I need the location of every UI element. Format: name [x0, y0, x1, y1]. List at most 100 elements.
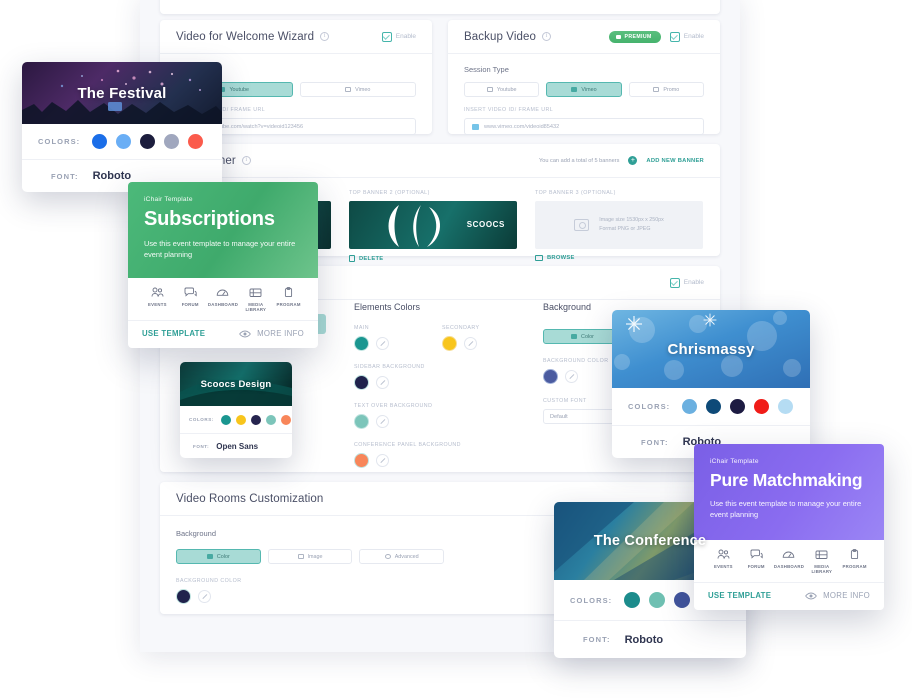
feature-forum[interactable]: FORUM [174, 287, 207, 312]
preview-card-chrismassy[interactable]: Chrismassy COLORS: FONT: Roboto [612, 310, 810, 458]
plus-icon[interactable]: + [628, 156, 638, 165]
conf-panel-bg-label: CONFERENCE PANEL BACKGROUND [354, 442, 461, 448]
info-icon[interactable]: i [541, 32, 551, 41]
banner3-browse-button[interactable]: BROWSE [535, 255, 703, 261]
checkbox-icon[interactable] [669, 31, 680, 42]
feature-media-library[interactable]: MEDIA LIBRARY [805, 549, 838, 574]
feature-events[interactable]: EVENTS [707, 549, 740, 574]
segment-vimeo[interactable]: Vimeo [546, 82, 622, 97]
feature-label: EVENTS [148, 302, 167, 307]
matchmaking-subtitle: Use this event template to manage your e… [710, 499, 862, 520]
preview-card-festival[interactable]: The Festival COLORS: FONT: Roboto [22, 62, 222, 192]
feature-label: MEDIA LIBRARY [245, 302, 267, 312]
segment-promo[interactable]: Promo [628, 82, 704, 97]
feature-dashboard[interactable]: DASHBOARD [207, 287, 240, 312]
palette-dot[interactable] [674, 592, 691, 608]
template-card-matchmaking[interactable]: iChair Template Pure Matchmaking Use thi… [694, 444, 884, 610]
video-rooms-tab-image[interactable]: Image [267, 549, 353, 564]
text-over-bg-swatch[interactable] [354, 414, 369, 429]
secondary-color-swatch[interactable] [442, 336, 457, 351]
feature-program[interactable]: PROGRAM [272, 287, 305, 312]
font-label: FONT: [193, 444, 210, 449]
font-value: Open Sans [216, 442, 259, 451]
bg-tab-color[interactable]: Color [543, 329, 622, 344]
video-rooms-tab-advanced[interactable]: Advanced [359, 549, 445, 564]
screenshot-root: Video for Welcome Wizard i Enable Sessio… [0, 0, 912, 698]
banner2-label: TOP BANNER 2 (OPTIONAL) [349, 190, 430, 196]
scoocs-colors-row: COLORS: [180, 406, 292, 433]
edit-pencil-icon[interactable] [376, 415, 389, 428]
template-card-subscriptions[interactable]: iChair Template Subscriptions Use this e… [128, 182, 318, 348]
feature-forum[interactable]: FORUM [740, 549, 773, 574]
edit-pencil-icon[interactable] [376, 454, 389, 467]
use-template-button[interactable]: USE TEMPLATE [142, 329, 205, 338]
bg-tab-label: Color [581, 333, 594, 340]
palette-dot[interactable] [682, 399, 698, 414]
palette-dot[interactable] [92, 134, 108, 149]
use-template-button[interactable]: USE TEMPLATE [708, 591, 771, 600]
add-new-banner-button[interactable]: ADD NEW BANNER [646, 158, 704, 164]
feature-program[interactable]: PROGRAM [838, 549, 871, 574]
video-wizard-enable-toggle[interactable]: Enable [381, 31, 416, 42]
palette-dot[interactable] [730, 399, 746, 414]
banner3-placeholder[interactable]: Image size 1530px x 250px Format PNG or … [535, 201, 703, 249]
video-rooms-title: Video Rooms Customization [176, 492, 324, 505]
more-info-button[interactable]: MORE INFO [239, 329, 304, 338]
palette-dot[interactable] [164, 134, 180, 149]
design-enable-toggle[interactable]: Enable [669, 277, 704, 288]
background-color-swatch[interactable] [543, 369, 558, 384]
edit-pencil-icon[interactable] [464, 337, 477, 350]
premium-label: PREMIUM [624, 33, 652, 40]
segment-label: Youtube [229, 86, 250, 93]
palette-dot[interactable] [235, 414, 246, 425]
palette-dot[interactable] [624, 592, 641, 608]
main-label: MAIN [354, 325, 370, 331]
vimeo-icon [571, 87, 578, 92]
checkbox-icon[interactable] [669, 277, 680, 288]
backup-video-enable-toggle[interactable]: Enable [669, 31, 704, 42]
segment-vimeo[interactable]: Vimeo [299, 82, 416, 97]
more-info-button[interactable]: MORE INFO [805, 591, 870, 600]
edit-pencil-icon[interactable] [376, 376, 389, 389]
conf-panel-bg-swatch[interactable] [354, 453, 369, 468]
checkbox-icon[interactable] [381, 31, 392, 42]
info-icon[interactable]: i [241, 156, 251, 165]
palette-dot[interactable] [265, 414, 276, 425]
edit-pencil-icon[interactable] [198, 590, 211, 603]
feature-events[interactable]: EVENTS [141, 287, 174, 312]
chrismassy-palette [682, 399, 794, 414]
image-icon [297, 554, 304, 559]
feature-media-library[interactable]: MEDIA LIBRARY [239, 287, 272, 312]
palette-dot[interactable] [778, 399, 794, 414]
palette-dot[interactable] [188, 134, 204, 149]
segment-youtube[interactable]: Youtube [464, 82, 540, 97]
events-icon [717, 549, 730, 559]
edit-pencil-icon[interactable] [565, 370, 578, 383]
feature-dashboard[interactable]: DASHBOARD [773, 549, 806, 574]
preview-card-scoocs-design[interactable]: Scoocs Design COLORS: FONT: Open Sans [180, 362, 292, 458]
edit-pencil-icon[interactable] [376, 337, 389, 350]
palette-dot[interactable] [649, 592, 666, 608]
palette-dot[interactable] [250, 414, 261, 425]
browse-label: BROWSE [547, 255, 575, 261]
video-rooms-tab-color[interactable]: Color [176, 549, 261, 564]
video-rooms-bg-swatch[interactable] [176, 589, 191, 604]
video-wizard-header: Video for Welcome Wizard i Enable [160, 20, 432, 54]
banner2-image[interactable]: SCOOCS [349, 201, 517, 249]
palette-dot[interactable] [280, 414, 291, 425]
premium-badge[interactable]: PREMIUM [609, 30, 661, 43]
video-url-input[interactable]: www.vimeo.com/videoid85432 [464, 118, 704, 135]
info-icon[interactable]: i [320, 32, 330, 41]
sidebar-bg-swatch[interactable] [354, 375, 369, 390]
banner2-delete-button[interactable]: DELETE [349, 255, 517, 262]
palette-dot[interactable] [754, 399, 770, 414]
enable-label: Enable [683, 279, 704, 286]
more-info-label: MORE INFO [257, 329, 304, 338]
palette-dot[interactable] [706, 399, 722, 414]
banner-slot-2: TOP BANNER 2 (OPTIONAL) SCOOCS DELETE [349, 190, 517, 262]
palette-dot[interactable] [116, 134, 132, 149]
palette-dot[interactable] [140, 134, 156, 149]
subscriptions-kicker: iChair Template [144, 196, 193, 203]
main-color-swatch[interactable] [354, 336, 369, 351]
palette-dot[interactable] [220, 414, 231, 425]
